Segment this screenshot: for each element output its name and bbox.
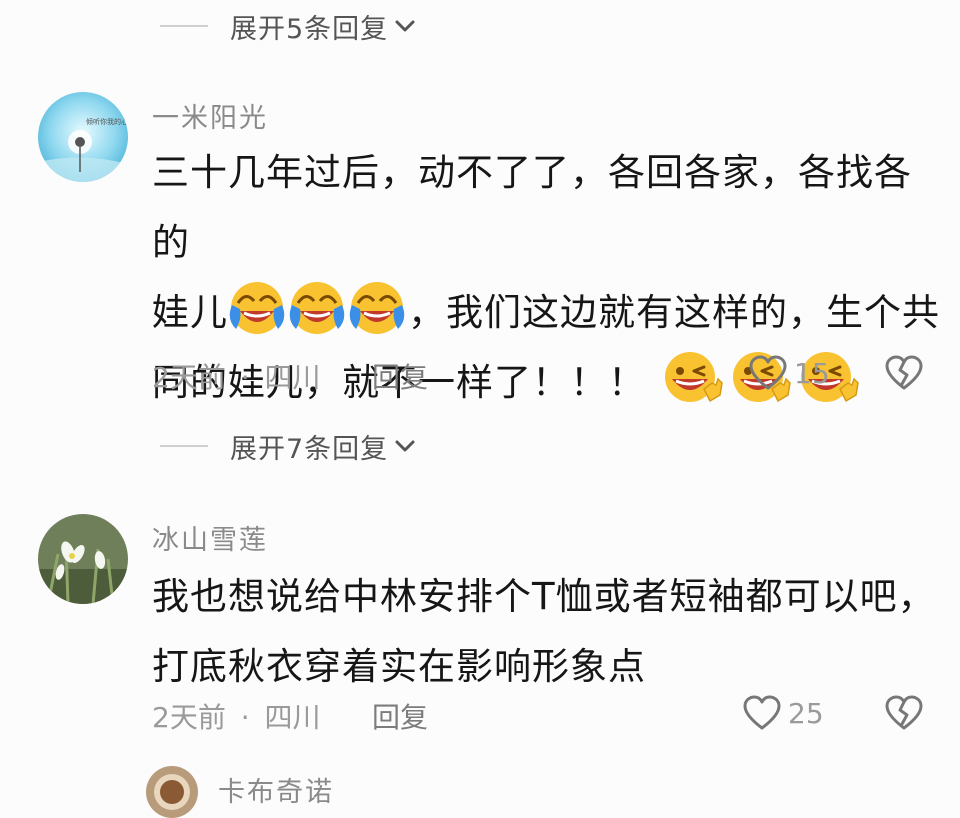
location: 四川: [264, 361, 321, 394]
heart-icon: [749, 355, 787, 390]
username[interactable]: 冰山雪莲: [152, 518, 268, 557]
expand-replies-label: 展开7条回复: [230, 433, 389, 465]
avatar[interactable]: 倾听你我的心声: [38, 92, 128, 182]
like-count: 25: [788, 696, 824, 730]
location: 四川: [264, 701, 321, 734]
divider-line: [160, 445, 208, 447]
heart-icon: [743, 695, 781, 730]
chevron-down-icon: [395, 440, 415, 452]
laughing-crying-face-icon: [229, 282, 285, 334]
reply-button[interactable]: 回复: [372, 356, 428, 396]
timestamp: 2天前: [152, 361, 226, 394]
dislike-broken-heart-icon[interactable]: [884, 694, 924, 732]
coffee-avatar-icon: [146, 766, 198, 818]
svg-text:倾听你我的心声: 倾听你我的心声: [86, 117, 128, 126]
white-flowers-avatar-icon: [38, 514, 128, 604]
comment-meta: 2天前 · 四川: [152, 356, 321, 396]
divider-line: [160, 25, 208, 27]
comment-line: 我也想说给中林安排个T恤或者短袖都可以吧，: [152, 575, 936, 618]
avatar[interactable]: [146, 766, 198, 818]
reply-button[interactable]: 回复: [372, 696, 428, 736]
avatar[interactable]: [38, 514, 128, 604]
like-button[interactable]: 15: [748, 354, 830, 392]
username[interactable]: 一米阳光: [152, 96, 268, 135]
dislike-broken-heart-icon[interactable]: [884, 354, 924, 392]
expand-replies-1[interactable]: 展开5条回复: [160, 6, 416, 46]
chevron-down-icon: [395, 20, 415, 32]
comment-line: 打底秋衣穿着实在影响形象点: [152, 645, 646, 688]
timestamp: 2天前: [152, 701, 226, 734]
expand-replies-2[interactable]: 展开7条回复: [160, 426, 416, 466]
laughing-crying-face-icon: [289, 282, 345, 334]
laughing-crying-face-icon: [349, 282, 405, 334]
comment-meta: 2天前 · 四川: [152, 696, 321, 736]
comment-text: 我也想说给中林安排个T恤或者短袖都可以吧， 打底秋衣穿着实在影响形象点: [152, 562, 942, 702]
separator: ·: [240, 701, 250, 734]
comment-text-fragment: 娃儿: [152, 291, 228, 334]
expand-replies-label: 展开5条回复: [230, 13, 389, 45]
dandelion-avatar-icon: 倾听你我的心声: [38, 92, 128, 182]
like-button[interactable]: 25: [742, 694, 824, 732]
comment-text-fragment: ，我们这边就有这样的，生个共: [408, 291, 940, 334]
comment-line: 三十几年过后，动不了了，各回各家，各找各的: [152, 151, 912, 264]
separator: ·: [240, 361, 250, 394]
laughing-wink-face-icon: [664, 352, 723, 403]
like-count: 15: [794, 356, 830, 390]
comment-line: 娃儿 ，我们这边就有这样的，生个共: [152, 278, 942, 348]
